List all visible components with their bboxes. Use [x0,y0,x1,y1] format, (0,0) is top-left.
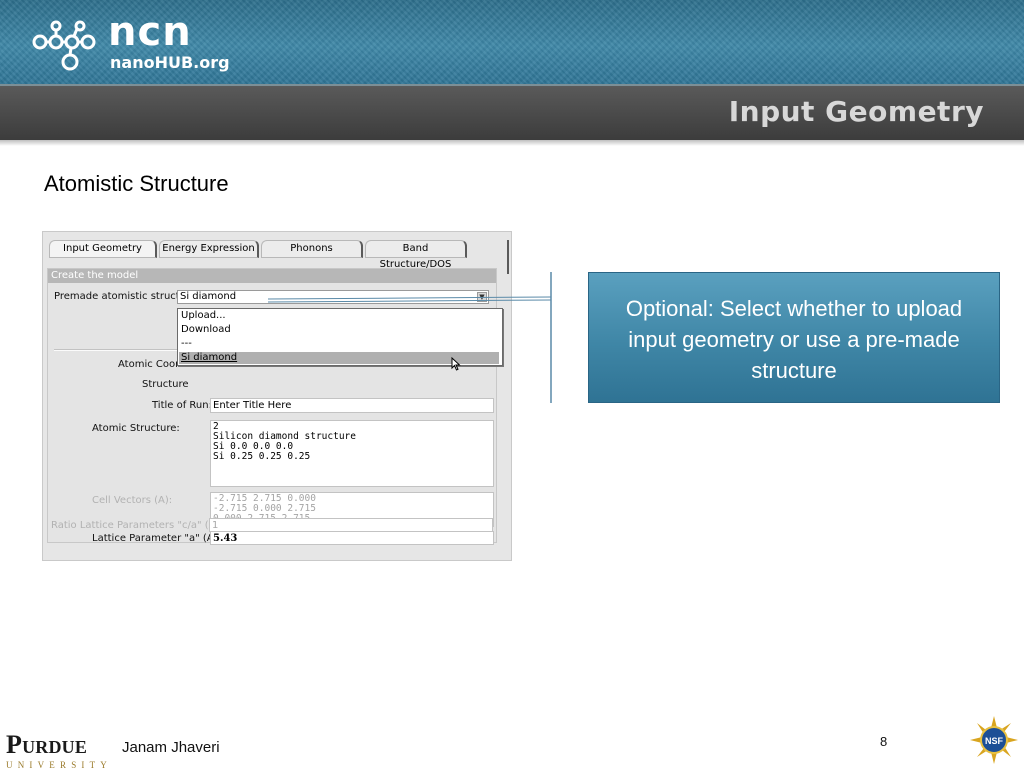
presenter-name: Janam Jhaveri [122,739,220,756]
ratio-lattice-label: Ratio Lattice Parameters "c/a" (A): [51,520,223,531]
logo-sub-text: nanoHUB.org [110,53,230,72]
lattice-parameter-label: Lattice Parameter "a" (A): [92,533,221,544]
tab-band-structure-dos[interactable]: Band Structure/DOS [365,240,467,270]
lattice-parameter-input[interactable]: 5.43 [210,531,494,545]
callout-text: Optional: Select whether to upload input… [625,296,963,383]
slide-title: Input Geometry [728,95,984,128]
dropdown-option-download[interactable]: Download [181,324,231,336]
page-number: 8 [880,734,888,749]
purdue-wordmark: Purdue [6,730,88,759]
nsf-seal-icon: NSF [970,716,1018,764]
subheading: Atomistic Structure [44,171,229,196]
dropdown-option-upload[interactable]: Upload... [181,310,226,322]
tab-input-geometry[interactable]: Input Geometry [49,240,157,258]
purdue-logo: Purdue UNIVERSITY [6,732,116,768]
tab-phonons[interactable]: Phonons [261,240,363,258]
ncn-molecule-icon [32,20,96,71]
panel-header: Create the model [48,269,496,283]
title-bar-shadow [0,140,1024,146]
mouse-pointer-icon [451,357,461,371]
chevron-down-icon[interactable]: ▼ [477,292,487,302]
purdue-subtext: UNIVERSITY [6,760,112,768]
title-of-run-label: Title of Run: [152,400,212,411]
ratio-lattice-input[interactable]: 1 [209,518,493,532]
atomic-structure-label: Atomic Structure: [92,423,180,434]
premade-structure-dropdown: Upload... Download --- Si diamond [177,308,503,371]
premade-structure-value: Si diamond [180,291,237,302]
structure-label: Structure [142,379,189,390]
tab-bar: Input Geometry Energy Expression Phonons… [47,240,509,274]
ncn-logo: ncn nanoHUB.org [30,10,230,80]
cell-vectors-label: Cell Vectors (A): [92,495,173,506]
title-of-run-input[interactable]: Enter Title Here [210,398,494,413]
header-banner: ncn nanoHUB.org [0,0,1024,84]
premade-structure-select[interactable]: Si diamond ▼ [177,290,489,304]
callout-box: Optional: Select whether to upload input… [588,272,1000,403]
tab-bar-edge [507,240,509,274]
dropdown-option-separator: --- [181,338,192,349]
atomic-structure-textarea[interactable]: 2 Silicon diamond structure Si 0.0 0.0 0… [210,420,494,487]
nsf-seal-text: NSF [985,736,1004,746]
app-screenshot: Input Geometry Energy Expression Phonons… [42,231,512,561]
logo-brand-text: ncn [108,9,192,55]
tab-energy-expression[interactable]: Energy Expression [159,240,259,258]
